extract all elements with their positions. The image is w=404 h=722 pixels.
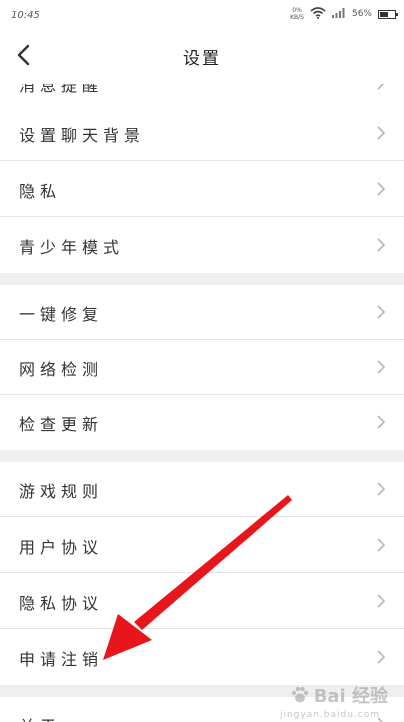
status-bar: 10:45 0% KB/S 56% xyxy=(0,0,404,26)
section-divider xyxy=(0,273,404,285)
settings-row-game-rules[interactable]: 游戏规则 xyxy=(0,462,404,517)
settings-row-apply-cancellation[interactable]: 申请注销 xyxy=(0,630,404,685)
chevron-right-icon xyxy=(377,538,386,552)
settings-row-youth-mode[interactable]: 青少年模式 xyxy=(0,218,404,273)
wifi-icon xyxy=(310,7,326,21)
settings-row-label: 申请注销 xyxy=(19,650,104,669)
chevron-right-icon xyxy=(377,482,386,496)
settings-row-label: 隐私协议 xyxy=(19,594,104,613)
settings-row-user-agreement[interactable]: 用户协议 xyxy=(0,518,404,573)
status-time: 10:45 xyxy=(11,10,40,21)
settings-row-about[interactable]: 关于 xyxy=(0,697,404,722)
chevron-right-icon xyxy=(377,415,386,429)
settings-row-label: 检查更新 xyxy=(19,415,104,434)
settings-row-label: 关于 xyxy=(19,713,61,722)
nav-bar: 设置 xyxy=(0,26,404,84)
chevron-right-icon xyxy=(377,650,386,664)
battery-percent: 56% xyxy=(351,9,372,19)
settings-row-label: 隐私 xyxy=(19,182,62,201)
settings-screen: 10:45 0% KB/S 56% 设置 消息提醒 设置聊天背景 隐私 青少年模… xyxy=(0,0,404,722)
settings-row-label: 消息提醒 xyxy=(19,84,104,95)
settings-row-chat-background[interactable]: 设置聊天背景 xyxy=(0,106,404,161)
network-speed-unit: KB/S xyxy=(290,14,304,21)
network-speed-value: 0% xyxy=(292,7,302,14)
settings-row-one-click-repair[interactable]: 一键修复 xyxy=(0,285,404,340)
settings-row-privacy-agreement[interactable]: 隐私协议 xyxy=(0,574,404,629)
settings-row-label: 青少年模式 xyxy=(19,238,125,257)
chevron-right-icon xyxy=(377,594,386,608)
settings-row-privacy[interactable]: 隐私 xyxy=(0,162,404,217)
page-title: 设置 xyxy=(183,49,221,69)
settings-row-check-update[interactable]: 检查更新 xyxy=(0,395,404,450)
settings-row-network-check[interactable]: 网络检测 xyxy=(0,340,404,395)
chevron-right-icon xyxy=(377,182,386,196)
status-indicators: 0% KB/S 56% xyxy=(290,6,398,22)
signal-icon xyxy=(331,8,346,20)
settings-list: 消息提醒 设置聊天背景 隐私 青少年模式 一键修复 网络检测 检查更新 游戏规则… xyxy=(0,84,404,722)
chevron-right-icon xyxy=(377,238,386,252)
settings-row-label: 设置聊天背景 xyxy=(19,126,146,145)
chevron-right-icon xyxy=(377,305,386,319)
battery-icon xyxy=(378,9,398,19)
section-divider xyxy=(0,685,404,697)
chevron-right-icon xyxy=(377,360,386,374)
section-divider xyxy=(0,450,404,462)
network-speed: 0% KB/S xyxy=(290,7,304,21)
chevron-right-icon xyxy=(377,126,386,140)
settings-row-label: 用户协议 xyxy=(19,538,104,557)
chevron-right-icon xyxy=(377,84,385,90)
chevron-right-icon xyxy=(377,717,384,722)
settings-row-label: 一键修复 xyxy=(19,305,104,324)
settings-row-label: 游戏规则 xyxy=(19,482,104,501)
settings-row-label: 网络检测 xyxy=(19,360,104,379)
battery-level-fill xyxy=(380,11,388,17)
